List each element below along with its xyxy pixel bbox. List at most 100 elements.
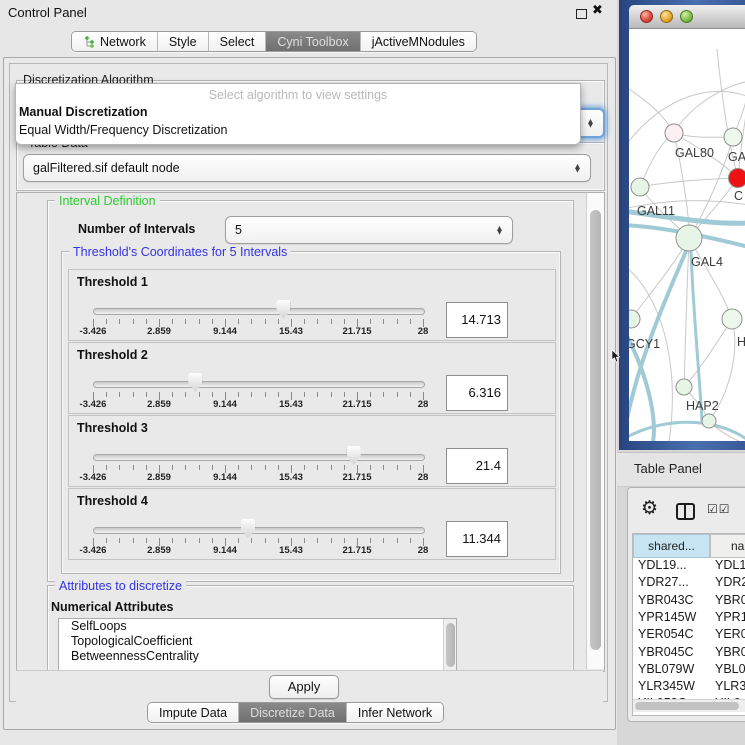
network-edge[interactable] bbox=[640, 133, 674, 187]
network-node[interactable] bbox=[676, 379, 692, 395]
network-node-label: GAL80 bbox=[675, 146, 714, 160]
slider-tick bbox=[383, 392, 384, 397]
close-traffic-light[interactable] bbox=[640, 10, 653, 23]
number-of-intervals-label: Number of Intervals bbox=[78, 222, 195, 236]
bottom-tab-impute-data[interactable]: Impute Data bbox=[148, 703, 239, 722]
slider-thumb[interactable] bbox=[347, 446, 361, 465]
network-canvas[interactable]: GAL80GACGAL11GAL4GCY1HHAP2 bbox=[629, 29, 745, 441]
cell-shared-name: YDR27... bbox=[633, 575, 710, 592]
slider-track[interactable] bbox=[93, 454, 425, 461]
table-row[interactable]: YDL19...YDL1 bbox=[633, 558, 745, 575]
float-window-icon[interactable] bbox=[576, 9, 587, 19]
network-node[interactable] bbox=[629, 310, 640, 328]
settings-vertical-scrollbar[interactable] bbox=[586, 193, 604, 669]
slider-track[interactable] bbox=[93, 381, 425, 388]
table-row[interactable]: YBR045CYBR0 bbox=[633, 645, 745, 662]
attribute-list-item[interactable]: TopologicalCoefficient bbox=[59, 634, 456, 649]
network-edge[interactable] bbox=[640, 178, 738, 187]
zoom-traffic-light[interactable] bbox=[680, 10, 693, 23]
numerical-attributes-list[interactable]: SelfLoopsTopologicalCoefficientBetweenne… bbox=[58, 618, 457, 672]
attributes-scrollbar-thumb[interactable] bbox=[446, 623, 455, 667]
popup-item[interactable]: Equal Width/Frequency Discretization bbox=[16, 122, 580, 140]
attribute-list-item[interactable]: BetweennessCentrality bbox=[59, 649, 456, 664]
slider-tick-label: -3.426 bbox=[66, 545, 120, 556]
popup-prompt-item[interactable]: Select algorithm to view settings bbox=[16, 84, 580, 104]
table-row[interactable]: YBR043CYBR0 bbox=[633, 593, 745, 610]
tab-select[interactable]: Select bbox=[209, 32, 267, 51]
slider-tick-label: 9.144 bbox=[198, 472, 252, 483]
network-edge[interactable] bbox=[684, 319, 732, 387]
slider-tick bbox=[251, 392, 252, 397]
bottom-tab-discretize-data[interactable]: Discretize Data bbox=[239, 703, 347, 722]
slider-tick bbox=[119, 465, 120, 470]
attributes-list-scrollbar[interactable] bbox=[443, 619, 456, 672]
network-window-titlebar bbox=[629, 5, 745, 29]
slider-tick bbox=[304, 465, 305, 470]
attribute-list-item[interactable]: SelfLoops bbox=[59, 619, 456, 634]
table-row[interactable]: YDR27...YDR2 bbox=[633, 575, 745, 592]
slider-tick bbox=[317, 538, 318, 543]
gear-icon[interactable]: ⚙ bbox=[641, 499, 658, 518]
slider-tick bbox=[212, 392, 213, 397]
threshold-value-field[interactable]: 14.713 bbox=[446, 302, 508, 338]
network-node[interactable] bbox=[729, 169, 745, 188]
tab-cyni-toolbox[interactable]: Cyni Toolbox bbox=[266, 32, 360, 51]
network-edge-highlighted[interactable] bbox=[629, 422, 745, 441]
network-node-label: GAL11 bbox=[637, 204, 675, 218]
network-edge-highlighted[interactable] bbox=[691, 251, 702, 421]
node-attribute-table[interactable]: shared... name YDL19...YDL1YDR27...YDR2Y… bbox=[632, 533, 745, 716]
threshold-value-field[interactable]: 11.344 bbox=[446, 521, 508, 557]
columns-icon[interactable] bbox=[676, 503, 695, 520]
threshold-row: Threshold 3-3.4262.8599.14415.4321.71528… bbox=[68, 415, 556, 487]
select-columns-checkboxes-icon[interactable]: ☑☑ bbox=[707, 502, 731, 516]
threshold-value-field[interactable]: 6.316 bbox=[446, 375, 508, 411]
tab-network[interactable]: Network bbox=[72, 32, 158, 51]
network-edge[interactable] bbox=[674, 81, 745, 133]
table-data-combobox[interactable]: galFiltered.sif default node ▲▼ bbox=[23, 154, 591, 182]
slider-thumb[interactable] bbox=[276, 300, 290, 319]
table-hscrollbar-thumb[interactable] bbox=[635, 702, 739, 710]
slider-tick bbox=[133, 538, 134, 543]
slider-tick bbox=[397, 538, 398, 543]
network-node[interactable] bbox=[631, 178, 649, 196]
slider-tick bbox=[265, 319, 266, 324]
table-row[interactable]: YLR345WYLR3 bbox=[633, 679, 745, 696]
slider-thumb[interactable] bbox=[241, 519, 255, 538]
network-node[interactable] bbox=[702, 414, 716, 428]
minimize-traffic-light[interactable] bbox=[660, 10, 673, 23]
control-panel-titlebar: Control Panel ✖ bbox=[0, 0, 617, 26]
threshold-value-field[interactable]: 21.4 bbox=[446, 448, 508, 484]
apply-button[interactable]: Apply bbox=[269, 675, 339, 699]
network-edge[interactable] bbox=[684, 238, 689, 387]
table-horizontal-scrollbar[interactable] bbox=[633, 699, 745, 712]
popup-item[interactable]: Manual Discretization bbox=[16, 104, 580, 122]
network-node[interactable] bbox=[722, 309, 742, 329]
slider-track[interactable] bbox=[93, 527, 425, 534]
network-node[interactable] bbox=[665, 124, 683, 142]
slider-tick bbox=[146, 538, 147, 543]
slider-tick bbox=[172, 538, 173, 543]
network-node[interactable] bbox=[676, 225, 702, 251]
column-header-name[interactable]: name bbox=[710, 534, 745, 558]
number-of-intervals-combobox[interactable]: 5 ▲▼ bbox=[225, 216, 513, 244]
settings-scrollbar-thumb[interactable] bbox=[590, 210, 601, 650]
threshold-row: Threshold 4-3.4262.8599.14415.4321.71528… bbox=[68, 488, 556, 560]
slider-tick bbox=[185, 319, 186, 324]
slider-thumb[interactable] bbox=[188, 373, 202, 392]
close-icon[interactable]: ✖ bbox=[592, 3, 603, 18]
tab-style[interactable]: Style bbox=[158, 32, 209, 51]
slider-track[interactable] bbox=[93, 308, 425, 315]
top-tab-bar: NetworkStyleSelectCyni ToolboxjActiveMNo… bbox=[71, 31, 477, 52]
slider-tick bbox=[106, 319, 107, 324]
slider-tick bbox=[133, 392, 134, 397]
table-row[interactable]: YPR145WYPR1 bbox=[633, 610, 745, 627]
network-node[interactable] bbox=[724, 128, 742, 146]
bottom-tab-infer-network[interactable]: Infer Network bbox=[347, 703, 443, 722]
table-row[interactable]: YBL079WYBL0 bbox=[633, 662, 745, 679]
column-header-shared[interactable]: shared... bbox=[633, 534, 710, 558]
network-edge[interactable] bbox=[631, 238, 689, 319]
table-row[interactable]: YER054CYER0 bbox=[633, 627, 745, 644]
threshold-label: Threshold 4 bbox=[77, 494, 148, 508]
slider-tick bbox=[119, 319, 120, 324]
tab-jactivemnodules[interactable]: jActiveMNodules bbox=[361, 32, 476, 51]
